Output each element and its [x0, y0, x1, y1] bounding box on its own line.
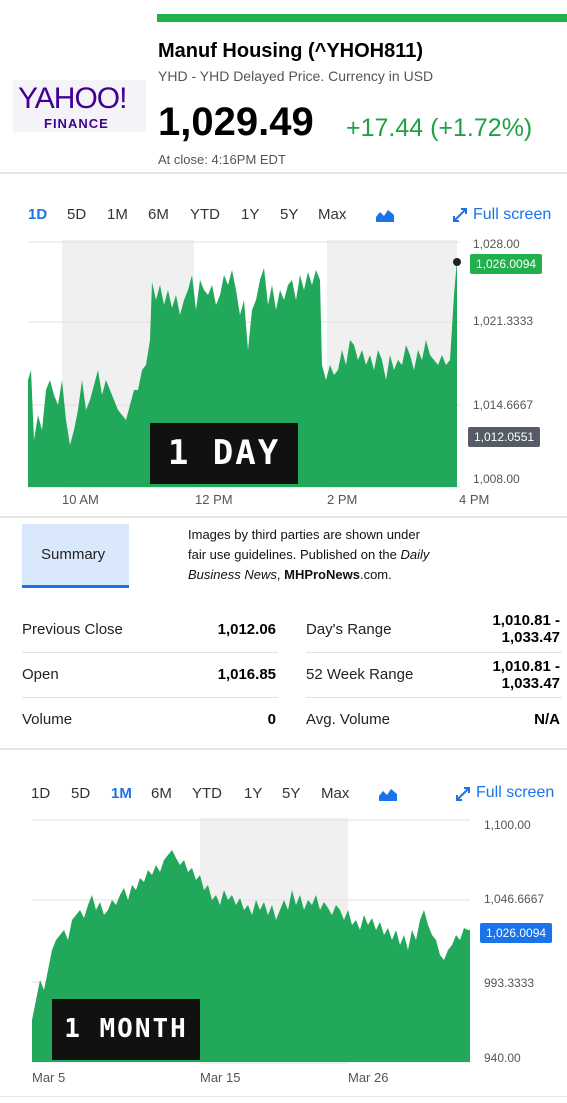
previous-close-label: Previous Close — [22, 621, 123, 638]
x-tick: Mar 5 — [32, 1070, 66, 1085]
tab-1m[interactable]: 1M — [107, 206, 128, 223]
volume-label: Volume — [22, 711, 73, 728]
days-range-value-high: 1,033.47 — [501, 629, 560, 646]
y-tick: 1,028.00 — [473, 237, 520, 251]
open-label: Open — [22, 666, 59, 683]
fair-use-caption: Images by third parties are shown under … — [188, 527, 430, 582]
days-range-value-low: 1,010.81 - — [492, 612, 560, 629]
chart-type-icon[interactable] — [376, 208, 394, 222]
month-stamp: 1 MONTH — [52, 999, 200, 1060]
chart-type-icon[interactable] — [379, 787, 397, 801]
price-change: +17.44 (+1.72%) — [346, 114, 533, 142]
x-tick: 12 PM — [195, 492, 233, 507]
x-tick: Mar 26 — [348, 1070, 389, 1085]
tab-max[interactable]: Max — [321, 785, 349, 802]
full-screen-link[interactable]: Full screen — [473, 206, 551, 224]
y-tick: 1,021.3333 — [473, 314, 534, 328]
tab-summary[interactable]: Summary — [22, 524, 129, 588]
tab-6m[interactable]: 6M — [151, 785, 172, 802]
divider — [0, 516, 567, 518]
x-tick: 10 AM — [62, 492, 99, 507]
tab-max[interactable]: Max — [318, 206, 346, 223]
y-tick: 1,100.00 — [484, 818, 531, 832]
tab-1m[interactable]: 1M — [111, 785, 132, 802]
tab-5d[interactable]: 5D — [71, 785, 90, 802]
previous-close-tag: 1,012.0551 — [468, 427, 541, 447]
tab-1d[interactable]: 1D — [31, 785, 50, 802]
divider — [0, 1096, 567, 1097]
divider — [0, 748, 567, 750]
previous-close-value: 1,012.06 — [217, 621, 276, 638]
tab-ytd[interactable]: YTD — [190, 206, 220, 223]
y-tick: 1,008.00 — [473, 472, 520, 486]
x-tick: 2 PM — [327, 492, 358, 507]
avg-volume-value: N/A — [534, 711, 560, 728]
week52-range-label: 52 Week Range — [306, 666, 414, 683]
tab-5y[interactable]: 5Y — [282, 785, 300, 802]
y-tick: 1,014.6667 — [473, 398, 534, 412]
open-value: 1,016.85 — [217, 666, 276, 683]
expand-icon[interactable] — [452, 207, 468, 223]
last-price-tag: 1,026.0094 — [470, 254, 543, 274]
days-range-label: Day's Range — [306, 621, 392, 638]
tab-summary-label: Summary — [41, 546, 106, 563]
tab-1y[interactable]: 1Y — [244, 785, 262, 802]
page-title: Manuf Housing (^YHOH811) — [158, 40, 424, 62]
current-price: 1,029.49 — [158, 100, 314, 144]
tab-5d[interactable]: 5D — [67, 206, 86, 223]
tab-5y[interactable]: 5Y — [280, 206, 298, 223]
tab-1d[interactable]: 1D — [28, 206, 47, 223]
accent-bar — [157, 14, 567, 22]
row-divider — [22, 652, 278, 653]
x-tick: Mar 15 — [200, 1070, 241, 1085]
quote-source: YHD - YHD Delayed Price. Currency in USD — [158, 68, 434, 84]
divider — [0, 172, 567, 174]
x-tick: 4 PM — [459, 492, 490, 507]
logo-wordmark: YAHOO! — [18, 82, 127, 115]
last-price-tag: 1,026.0094 — [480, 923, 553, 943]
y-tick: 940.00 — [484, 1051, 521, 1065]
y-tick: 993.3333 — [484, 976, 535, 990]
row-divider — [22, 697, 278, 698]
tab-ytd[interactable]: YTD — [192, 785, 222, 802]
tab-6m[interactable]: 6M — [148, 206, 169, 223]
expand-icon[interactable] — [455, 786, 471, 802]
close-time: At close: 4:16PM EDT — [158, 152, 286, 167]
week52-range-value-low: 1,010.81 - — [492, 658, 560, 675]
day-stamp: 1 DAY — [150, 423, 298, 484]
row-divider — [306, 652, 562, 653]
full-screen-link[interactable]: Full screen — [476, 784, 554, 802]
y-tick: 1,046.6667 — [484, 892, 545, 906]
week52-range-value-high: 1,033.47 — [501, 675, 560, 692]
tab-1y[interactable]: 1Y — [241, 206, 259, 223]
volume-value: 0 — [267, 711, 276, 728]
avg-volume-label: Avg. Volume — [306, 711, 390, 728]
row-divider — [306, 697, 562, 698]
logo-subtext: FINANCE — [44, 116, 109, 131]
